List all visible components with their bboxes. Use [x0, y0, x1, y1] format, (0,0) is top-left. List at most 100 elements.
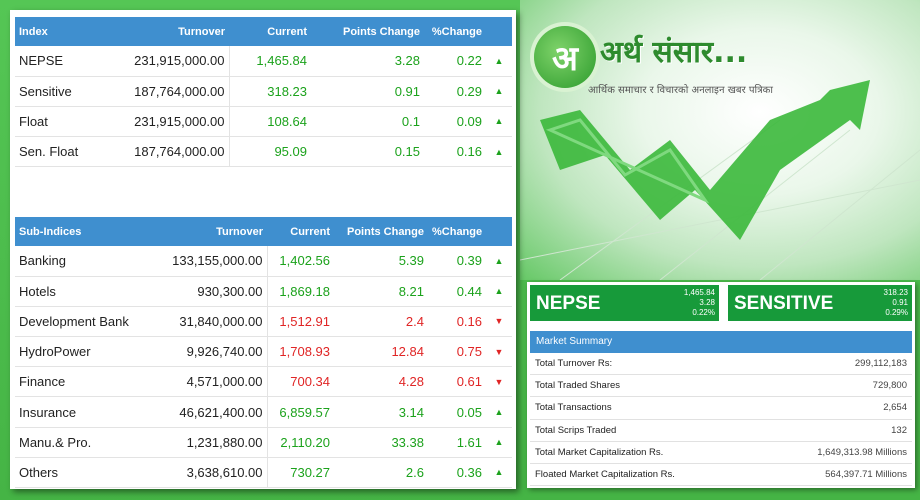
- table-row: Finance 4,571,000.00 700.34 4.28 0.61 ▼: [15, 366, 512, 397]
- logo-tagline: आर्थिक समाचार र विचारको अनलाइन खबर पत्रि…: [588, 85, 773, 96]
- table-row: Float 231,915,000.00 108.64 0.1 0.09 ▲: [15, 106, 512, 137]
- row-name: Finance: [19, 374, 66, 390]
- sensitive-tile-points: 0.91: [892, 298, 908, 307]
- triangle-up-icon: ▲: [494, 116, 504, 127]
- row-current: 95.09: [228, 136, 311, 167]
- nepse-tile-label: NEPSE: [536, 293, 601, 314]
- table-row: Development Bank 31,840,000.00 1,512.91 2.4…: [15, 306, 512, 337]
- triangle-up-icon: ▲: [494, 255, 504, 266]
- sensitive-tile[interactable]: SENSITIVE 318.23 0.91 0.29%: [728, 285, 912, 321]
- market-summary-list: Total Turnover Rs: 299,112,183 Total Trade…: [530, 353, 912, 487]
- row-turnover: 133,155,000.00: [172, 253, 263, 269]
- row-pct-change: 0.44: [456, 283, 482, 299]
- triangle-up-icon: ▲: [494, 437, 504, 448]
- table-row: Hotels 930,300.00 1,869.18 8.21 0.44 ▲: [15, 276, 512, 307]
- logo-glyph: अ: [552, 39, 578, 79]
- row-current: 700.34: [266, 366, 334, 397]
- header-current: Current: [267, 25, 307, 38]
- market-summary-card: NEPSE 1,465.84 3.28 0.22% SENSITIVE 318.…: [527, 282, 915, 488]
- summary-label: Total Scrips Traded: [535, 424, 617, 436]
- sensitive-tile-label: SENSITIVE: [734, 293, 834, 314]
- indices-panel: Index Turnover Current Points Change %Ch…: [10, 10, 516, 489]
- sensitive-tile-values: 318.23 0.91 0.29%: [884, 288, 908, 318]
- summary-value: 729,800: [872, 380, 907, 392]
- header-arrow: [486, 17, 512, 46]
- row-name: Sen. Float: [19, 144, 79, 160]
- row-current: 1,869.18: [266, 276, 334, 307]
- row-points-change: 2.6: [405, 464, 424, 480]
- nepse-tile-points: 3.28: [699, 298, 715, 307]
- row-points-change: 3.28: [394, 53, 420, 69]
- row-points-change: 2.4: [405, 313, 424, 329]
- row-turnover: 1,231,880.00: [186, 434, 263, 450]
- table-row: Others 3,638,610.00 730.27 2.6 0.36 ▲: [15, 457, 512, 488]
- row-current: 1,465.84: [228, 46, 311, 77]
- row-points-change: 0.15: [394, 144, 420, 160]
- row-name: NEPSE: [19, 53, 64, 69]
- nepse-tile-current: 1,465.84: [683, 288, 715, 297]
- summary-row: Floated Market Capitalization Rs. 564,397…: [530, 464, 912, 487]
- sensitive-tile-current: 318.23: [883, 288, 908, 297]
- header-turnover: Turnover: [178, 25, 225, 38]
- sensitive-tile-pct: 0.29%: [885, 308, 908, 317]
- summary-row: Total Scrips Traded 132: [530, 420, 912, 442]
- row-current: 108.64: [228, 106, 311, 137]
- header-pct-change: %Change: [432, 225, 483, 238]
- triangle-up-icon: ▲: [494, 407, 504, 418]
- table-row: Banking 133,155,000.00 1,402.56 5.39 0.39 ▲: [15, 246, 512, 277]
- row-points-change: 3.14: [398, 404, 424, 420]
- triangle-up-icon: ▲: [494, 467, 504, 478]
- header-turnover: Turnover: [216, 225, 263, 238]
- row-pct-change: 0.16: [456, 144, 482, 160]
- triangle-up-icon: ▲: [494, 55, 504, 66]
- summary-value: 564,397.71 Millions: [825, 469, 907, 481]
- row-points-change: 33.38: [391, 434, 424, 450]
- sub-indices-table: Sub-Indices Turnover Current Points Chan…: [15, 217, 512, 488]
- summary-value: 299,112,183: [854, 358, 907, 370]
- sub-table-header: Sub-Indices Turnover Current Points Chan…: [15, 217, 512, 246]
- row-current: 730.27: [266, 457, 334, 488]
- row-current: 6,859.57: [266, 396, 334, 428]
- row-name: HydroPower: [19, 344, 91, 360]
- summary-row: Total Traded Shares 729,800: [530, 375, 912, 398]
- triangle-up-icon: ▲: [494, 146, 504, 157]
- row-name: Manu.& Pro.: [19, 434, 92, 450]
- logo-circle: अ: [534, 26, 596, 88]
- triangle-down-icon: ▼: [494, 316, 504, 327]
- table-row: Sen. Float 187,764,000.00 95.09 0.15 0.16 ▲: [15, 136, 512, 167]
- row-name: Float: [19, 113, 48, 129]
- summary-value: 1,649,313.98 Millions: [817, 446, 907, 458]
- row-current: 2,110.20: [266, 427, 334, 458]
- table-row: Sensitive 187,764,000.00 318.23 0.91 0.29 ▲: [15, 76, 512, 107]
- triangle-down-icon: ▼: [494, 346, 504, 357]
- row-turnover: 9,926,740.00: [186, 344, 263, 360]
- index-table-header: Index Turnover Current Points Change %Ch…: [15, 17, 512, 46]
- row-name: Others: [19, 464, 59, 480]
- table-row: NEPSE 231,915,000.00 1,465.84 3.28 0.22 ▲: [15, 46, 512, 77]
- summary-row: Total Transactions 2,654: [530, 397, 912, 420]
- table-row: Insurance 46,621,400.00 6,859.57 3.14 0.05 ▲: [15, 396, 512, 428]
- row-pct-change: 0.09: [456, 113, 482, 129]
- row-pct-change: 0.29: [456, 83, 482, 99]
- table-row: HydroPower 9,926,740.00 1,708.93 12.84 0.75 ▼: [15, 336, 512, 367]
- row-pct-change: 0.16: [456, 313, 482, 329]
- header-points-change: Points Change: [346, 225, 424, 238]
- logo-title: अर्थ संसार...: [600, 35, 748, 70]
- row-pct-change: 0.05: [456, 404, 482, 420]
- summary-value: 132: [891, 424, 907, 436]
- triangle-up-icon: ▲: [494, 286, 504, 297]
- row-pct-change: 0.39: [456, 253, 482, 269]
- row-pct-change: 0.36: [456, 464, 482, 480]
- row-pct-change: 0.75: [456, 344, 482, 360]
- nepse-tile[interactable]: NEPSE 1,465.84 3.28 0.22%: [530, 285, 719, 321]
- row-pct-change: 0.61: [456, 374, 482, 390]
- row-points-change: 5.39: [398, 253, 424, 269]
- row-points-change: 0.91: [394, 83, 420, 99]
- row-points-change: 8.21: [398, 283, 424, 299]
- summary-label: Floated Market Capitalization Rs.: [535, 469, 675, 481]
- row-pct-change: 1.61: [456, 434, 482, 450]
- row-current: 1,512.91: [266, 306, 334, 337]
- row-turnover: 46,621,400.00: [179, 404, 263, 420]
- row-turnover: 187,764,000.00: [134, 144, 225, 160]
- row-turnover: 3,638,610.00: [186, 464, 263, 480]
